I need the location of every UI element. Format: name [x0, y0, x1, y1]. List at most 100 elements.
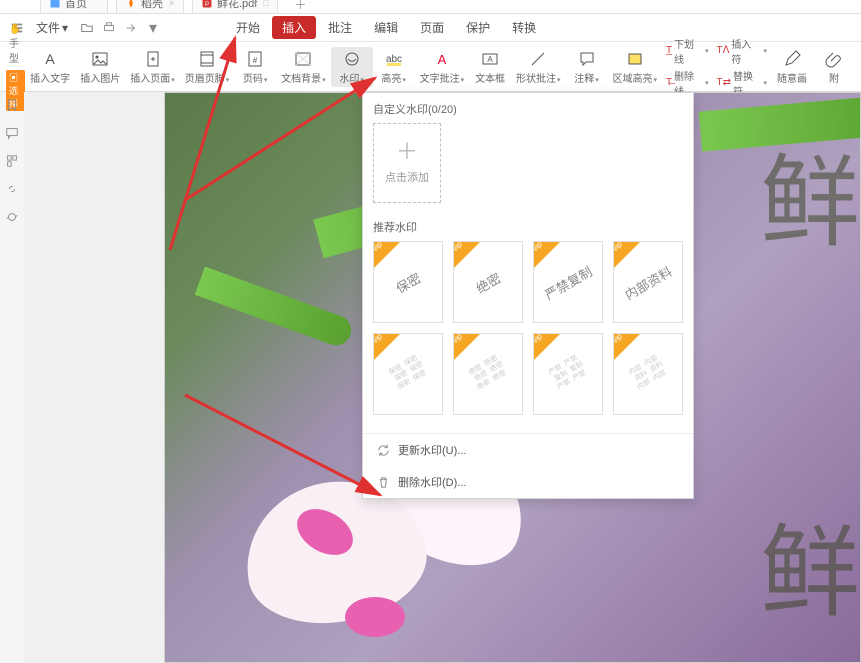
watermark-popup: 自定义水印(0/20) ＋ 点击添加 推荐水印 保密 绝密 严禁复制 内部资料 … — [362, 92, 694, 499]
watermark-icon — [342, 49, 362, 69]
tab-home[interactable]: 首页 — [40, 0, 108, 13]
page-icon — [143, 49, 163, 69]
plus-icon: ＋ — [396, 141, 418, 163]
vip-badge-icon — [454, 242, 480, 268]
custom-watermark-section: 自定义水印(0/20) ＋ 点击添加 — [363, 93, 693, 211]
wm-tile-confidential[interactable]: 保密 — [373, 241, 443, 323]
window-tab-bar: 首页 稻壳 × P 鲜花.pdf □ × ＋ — [0, 0, 861, 14]
vip-badge-icon — [614, 334, 640, 360]
close-icon[interactable]: × — [169, 0, 179, 8]
add-watermark-tile[interactable]: ＋ 点击添加 — [373, 123, 441, 203]
caret-icon: Tᐱ — [716, 45, 729, 56]
close-icon[interactable]: × — [251, 0, 261, 8]
wm-row: 保密 保密 保密 保密 保密 保密 绝密 绝密 绝密 绝密 绝密 绝密 严禁 严… — [373, 333, 683, 415]
open-icon[interactable] — [78, 19, 96, 37]
hand-tool[interactable]: ✋手型 — [6, 23, 25, 66]
thumbnail-icon[interactable] — [5, 154, 19, 168]
flame-icon — [125, 0, 137, 9]
ribbon-insert-image[interactable]: 插入图片 — [75, 47, 125, 87]
reco-wm-title: 推荐水印 — [373, 219, 683, 235]
new-tab-button[interactable]: ＋ — [294, 0, 308, 13]
main-menu: 开始 插入 批注 编辑 页面 保护 转换 — [226, 16, 546, 39]
wm-tile-internal-tiled[interactable]: 内部 内部 资料 资料 内部 内部 — [613, 333, 683, 415]
textannot-icon: A — [432, 49, 452, 69]
tab-daoke[interactable]: 稻壳 × — [116, 0, 184, 13]
refresh-icon — [377, 444, 390, 457]
replace-icon: T⇄ — [716, 77, 731, 88]
file-menu[interactable]: 文件▾ — [30, 17, 74, 38]
more-icon[interactable]: ▾ — [144, 19, 162, 37]
menu-convert[interactable]: 转换 — [502, 16, 546, 39]
print-icon[interactable] — [100, 19, 118, 37]
pencil-icon — [782, 49, 802, 69]
delete-watermark-item[interactable]: 删除水印(D)... — [363, 466, 693, 498]
close-icon[interactable]: □ — [263, 0, 273, 8]
wm-tile-nocopy-tiled[interactable]: 严禁 严禁 复制 复制 严禁 严禁 — [533, 333, 603, 415]
vip-badge-icon — [534, 242, 560, 268]
menu-edit[interactable]: 编辑 — [364, 16, 408, 39]
ribbon-attach[interactable]: 附 — [813, 47, 855, 87]
wm-tile-internal[interactable]: 内部资料 — [613, 241, 683, 323]
ribbon-insert-symbol[interactable]: Tᐱ 插入符▾ — [716, 36, 767, 66]
line-icon — [528, 49, 548, 69]
ribbon-underline[interactable]: T̲ 下划线▾ — [666, 36, 709, 66]
text-icon: A — [40, 49, 60, 69]
trash-icon — [377, 476, 390, 489]
wm-tile-confidential-tiled[interactable]: 保密 保密 保密 保密 保密 保密 — [373, 333, 443, 415]
ribbon-textbox[interactable]: A文本框 — [469, 47, 511, 87]
ribbon-notes[interactable]: 注释▾ — [566, 47, 608, 87]
wm-tile-topsecret-tiled[interactable]: 绝密 绝密 绝密 绝密 绝密 绝密 — [453, 333, 523, 415]
ribbon-insert-page[interactable]: 插入页面▾ — [125, 47, 179, 87]
bookmark-icon[interactable] — [5, 98, 19, 112]
tab-label: 首页 — [65, 0, 87, 11]
leaf-graphic — [195, 267, 356, 350]
pdf-icon: P — [201, 0, 213, 9]
wm-row: 保密 绝密 严禁复制 内部资料 — [373, 241, 683, 323]
svg-text:P: P — [205, 2, 209, 8]
pageno-icon: # — [245, 49, 265, 69]
menu-insert[interactable]: 插入 — [272, 16, 316, 39]
menu-page[interactable]: 页面 — [410, 16, 454, 39]
ribbon-doc-bg[interactable]: 文档背景▾ — [276, 47, 330, 87]
update-watermark-item[interactable]: 更新水印(U)... — [363, 434, 693, 466]
custom-wm-title: 自定义水印(0/20) — [373, 101, 683, 117]
ribbon-header-footer[interactable]: 页眉页脚▾ — [180, 47, 234, 87]
bg-icon — [293, 49, 313, 69]
link-icon[interactable] — [5, 182, 19, 196]
tab-label: 稻壳 — [141, 0, 163, 11]
ribbon-page-number[interactable]: #页码▾ — [234, 47, 276, 87]
arrow-icon[interactable] — [122, 19, 140, 37]
menu-annotate[interactable]: 批注 — [318, 16, 362, 39]
svg-text:A: A — [487, 55, 493, 64]
menu-start[interactable]: 开始 — [226, 16, 270, 39]
menu-protect[interactable]: 保护 — [456, 16, 500, 39]
popup-actions: 更新水印(U)... 删除水印(D)... — [363, 433, 693, 498]
wm-tile-nocopy[interactable]: 严禁复制 — [533, 241, 603, 323]
strike-icon: T̶ — [666, 77, 672, 88]
loop-icon[interactable] — [5, 210, 19, 224]
ribbon-text-annot[interactable]: A文字批注▾ — [415, 47, 469, 87]
svg-text:#: # — [253, 56, 258, 65]
petal-graphic — [345, 597, 405, 637]
tab-pdf[interactable]: P 鲜花.pdf □ × — [192, 0, 278, 13]
ribbon-shape-annot[interactable]: 形状批注▾ — [511, 47, 565, 87]
clip-icon — [824, 49, 844, 69]
ribbon-right-group2: Tᐱ 插入符▾ T⇄ 替换符▾ — [712, 34, 771, 100]
vip-badge-icon — [374, 242, 400, 268]
home-icon — [49, 0, 61, 9]
ribbon-watermark[interactable]: 水印▾ — [331, 47, 373, 87]
watermark-preview: 鲜 — [760, 153, 860, 253]
headerfooter-icon — [197, 49, 217, 69]
ribbon-insert-text[interactable]: A插入文字 — [25, 47, 75, 87]
update-label: 更新水印(U)... — [398, 442, 466, 458]
comment-icon[interactable] — [5, 126, 19, 140]
textbox-icon: A — [480, 49, 500, 69]
ribbon-area-hl[interactable]: 区域高亮▾ — [608, 47, 662, 87]
ribbon-highlight[interactable]: abc高亮▾ — [373, 47, 415, 87]
vip-badge-icon — [454, 334, 480, 360]
vip-badge-icon — [614, 242, 640, 268]
ribbon-freehand[interactable]: 随意画 — [771, 47, 813, 87]
image-icon — [90, 49, 110, 69]
wm-tile-topsecret[interactable]: 绝密 — [453, 241, 523, 323]
ribbon-toolbar: ✋手型 ▣选择 A插入文字 插入图片 插入页面▾ 页眉页脚▾ #页码▾ 文档背景… — [0, 42, 861, 92]
